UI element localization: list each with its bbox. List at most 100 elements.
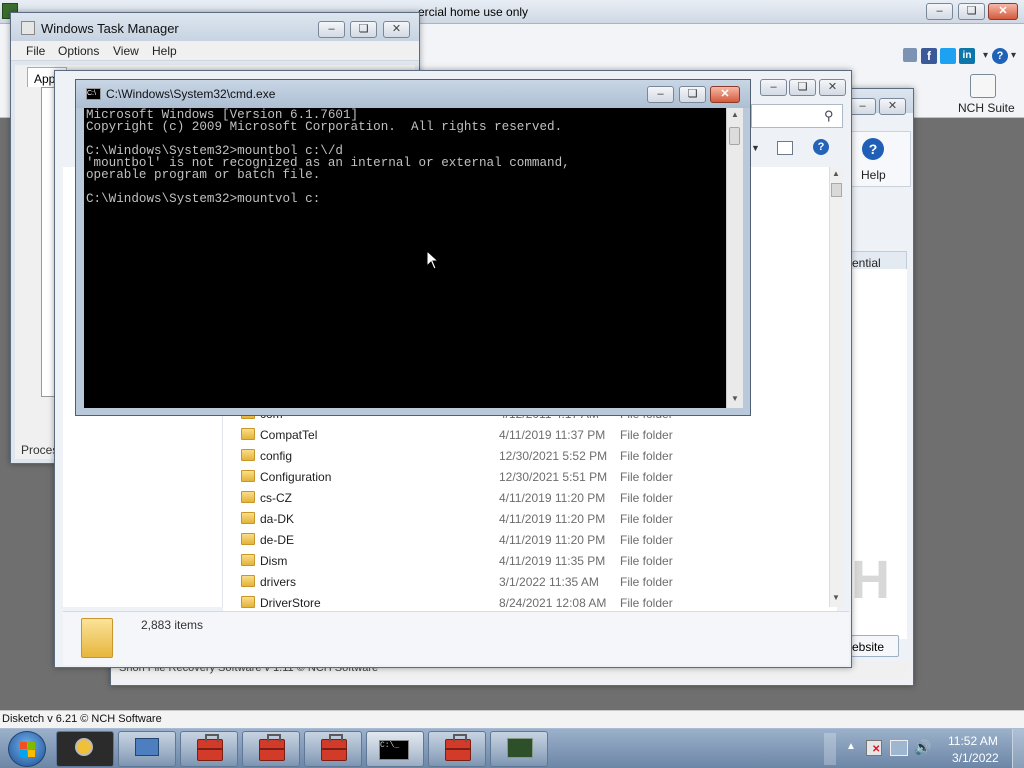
menu-file[interactable]: File (26, 44, 45, 58)
preview-pane-icon[interactable] (777, 141, 793, 155)
windows-logo-part (20, 750, 27, 757)
folder-icon (241, 554, 255, 566)
windows-logo-part (28, 742, 35, 749)
taskbar-computer-app[interactable] (118, 731, 176, 767)
task-manager-close-button[interactable]: ✕ (383, 21, 410, 38)
help-circle-icon[interactable]: ? (992, 48, 1008, 64)
show-desktop-button[interactable] (1012, 729, 1024, 768)
file-date: 3/1/2022 11:35 AM (499, 575, 599, 589)
file-date: 8/24/2021 12:08 AM (499, 596, 607, 610)
view-dropdown-icon[interactable]: ▼ (751, 143, 760, 153)
website-button[interactable]: ebsite (851, 635, 899, 657)
cmd-scroll-up-icon[interactable]: ▲ (731, 110, 739, 119)
explorer-help-icon[interactable]: ? (813, 139, 829, 155)
tray-scroll[interactable] (824, 733, 836, 765)
scroll-down-arrow-icon[interactable]: ▼ (832, 593, 840, 602)
file-name[interactable]: Dism (260, 554, 287, 568)
volume-icon[interactable]: 🔊 (914, 739, 931, 756)
facebook-icon[interactable]: f (921, 48, 937, 64)
menu-view[interactable]: View (113, 44, 139, 58)
show-hidden-icons-icon[interactable]: ▲ (846, 741, 856, 752)
twitter-icon[interactable] (940, 48, 956, 64)
file-list-scrollbar[interactable]: ▲ ▼ (829, 167, 843, 607)
file-row[interactable]: config 12/30/2021 5:52 PM File folder (223, 446, 823, 467)
large-folder-icon (81, 618, 113, 658)
file-name[interactable]: da-DK (260, 512, 294, 526)
taskbar-magnifier-app[interactable] (56, 731, 114, 767)
disketch-minimize-button[interactable]: – (926, 3, 953, 20)
explorer-status-bar: 2,883 items (63, 611, 849, 665)
file-name[interactable]: CompatTel (260, 428, 317, 442)
dropdown-arrow-icon[interactable]: ▾ (983, 50, 988, 61)
cmd-scroll-down-icon[interactable]: ▼ (731, 394, 739, 403)
file-name[interactable]: DriverStore (260, 596, 321, 610)
explorer-maximize-button[interactable]: ❏ (789, 79, 816, 96)
menu-options[interactable]: Options (58, 44, 99, 58)
taskbar-toolbox-app-2[interactable] (242, 731, 300, 767)
explorer-back-close-button[interactable]: ✕ (879, 98, 906, 115)
search-icon[interactable]: ⚲ (824, 108, 834, 124)
disketch-close-button[interactable]: ✕ (988, 3, 1018, 20)
linkedin-icon[interactable]: in (959, 48, 975, 64)
help-dropdown-arrow-icon[interactable]: ▾ (1011, 50, 1016, 61)
action-center-icon[interactable]: ✕ (866, 740, 882, 756)
folder-icon (241, 470, 255, 482)
taskbar-toolbox-app-3[interactable] (304, 731, 362, 767)
cmd-taskbar-icon: C:\_ (379, 740, 409, 760)
menu-help[interactable]: Help (152, 44, 177, 58)
file-name[interactable]: cs-CZ (260, 491, 292, 505)
folder-icon (241, 575, 255, 587)
file-name[interactable]: drivers (260, 575, 296, 589)
cmd-scroll-thumb[interactable] (729, 127, 740, 145)
windows-logo-icon (20, 742, 27, 749)
search-box[interactable]: ⚲ (751, 104, 843, 128)
task-manager-status: Proces (21, 443, 59, 457)
file-type: File folder (620, 554, 673, 568)
cmd-scrollbar[interactable]: ▲ ▼ (726, 108, 743, 408)
help-label: Help (861, 168, 886, 182)
file-row[interactable]: Configuration 12/30/2021 5:51 PM File fold… (223, 467, 823, 488)
file-row[interactable]: da-DK 4/11/2019 11:20 PM File folder (223, 509, 823, 530)
task-manager-minimize-button[interactable]: – (318, 21, 345, 38)
file-row[interactable]: DriverStore 8/24/2021 12:08 AM File folder (223, 593, 823, 611)
disketch-maximize-button[interactable]: ❏ (958, 3, 985, 20)
task-manager-title-bar: Windows Task Manager – ❏ ✕ (11, 13, 419, 41)
help-icon: ? (862, 138, 884, 160)
file-name[interactable]: de-DE (260, 533, 294, 547)
cmd-maximize-button[interactable]: ❏ (679, 86, 706, 103)
disketch-status-text: Disketch v 6.21 © NCH Software (2, 713, 162, 725)
nch-suite-icon[interactable] (970, 74, 996, 98)
file-row[interactable]: Dism 4/11/2019 11:35 PM File folder (223, 551, 823, 572)
nch-suite-label[interactable]: NCH Suite (958, 101, 1015, 115)
explorer-minimize-button[interactable]: – (760, 79, 787, 96)
cmd-minimize-button[interactable]: – (647, 86, 674, 103)
network-icon[interactable] (890, 740, 908, 756)
taskbar-toolbox-app-1[interactable] (180, 731, 238, 767)
file-row[interactable]: drivers 3/1/2022 11:35 AM File folder (223, 572, 823, 593)
taskbar-cmd-app[interactable]: C:\_ (366, 731, 424, 767)
taskbar-task-manager-app[interactable] (490, 731, 548, 767)
cmd-console[interactable]: Microsoft Windows [Version 6.1.7601] Cop… (84, 108, 726, 408)
file-row[interactable]: cs-CZ 4/11/2019 11:20 PM File folder (223, 488, 823, 509)
explorer-close-button[interactable]: ✕ (819, 79, 846, 96)
explorer-back-minimize-button[interactable]: – (849, 98, 876, 115)
help-button[interactable]: ? Help (851, 131, 911, 187)
scroll-up-arrow-icon[interactable]: ▲ (832, 169, 840, 178)
toolbox-icon (197, 734, 223, 761)
file-type: File folder (620, 596, 673, 610)
explorer-toolbar-right: ▼ ? (751, 137, 851, 161)
clock-time[interactable]: 11:52 AM (948, 734, 998, 748)
file-row[interactable]: de-DE 4/11/2019 11:20 PM File folder (223, 530, 823, 551)
file-name[interactable]: Configuration (260, 470, 331, 484)
file-name[interactable]: config (260, 449, 292, 463)
file-row[interactable]: CompatTel 4/11/2019 11:37 PM File folder (223, 425, 823, 446)
website-label[interactable]: ebsite (852, 640, 884, 654)
task-manager-maximize-button[interactable]: ❏ (350, 21, 377, 38)
cmd-close-button[interactable]: ✕ (710, 86, 740, 103)
taskbar-toolbox-app-4[interactable] (428, 731, 486, 767)
file-date: 12/30/2021 5:51 PM (499, 470, 608, 484)
scrollbar-thumb[interactable] (831, 183, 842, 197)
clock-date[interactable]: 3/1/2022 (952, 751, 999, 765)
start-button[interactable] (8, 731, 46, 767)
like-icon[interactable] (903, 48, 917, 62)
